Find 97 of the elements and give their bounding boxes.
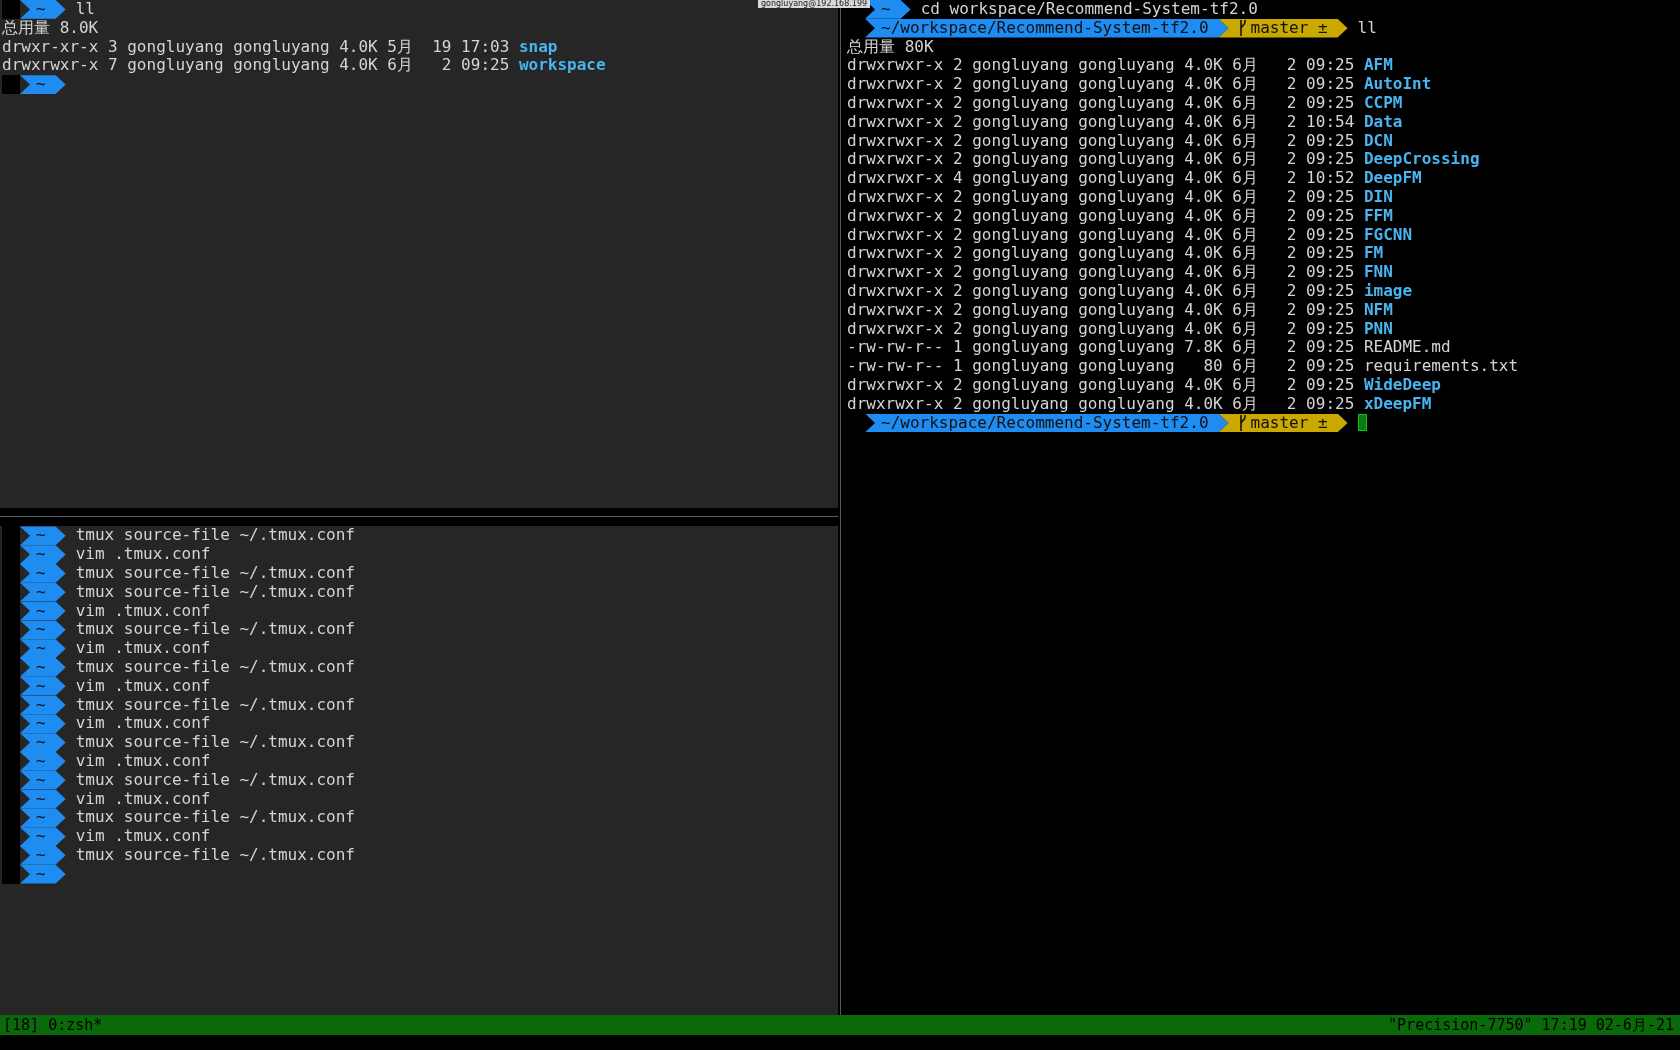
prompt-path: ~ bbox=[20, 620, 66, 640]
file-info: -rw-rw-r-- 1 gongluyang gongluyang 80 6月 2 09:25 bbox=[847, 357, 1355, 376]
directory-name: DeepCrossing bbox=[1363, 150, 1480, 170]
file-info: -rw-rw-r-- 1 gongluyang gongluyang 7.8K 6月 2 09:25 bbox=[847, 338, 1355, 358]
directory-name: Data bbox=[1363, 112, 1403, 132]
directory-name: FM bbox=[1363, 244, 1384, 264]
command-text: tmux source-file ~/.tmux.conf bbox=[75, 733, 355, 752]
host-label: gongluyang@192.168.199 bbox=[758, 0, 871, 8]
command-text: vim .tmux.conf bbox=[75, 639, 211, 658]
command-text: vim .tmux.conf bbox=[75, 676, 211, 696]
directory-name: FGCNN bbox=[1363, 225, 1413, 245]
command-text: cd workspace/Recommend-System-tf2.0 bbox=[920, 0, 1258, 19]
file-name: README.md bbox=[1363, 338, 1451, 358]
prompt-path: ~ bbox=[20, 639, 66, 658]
prompt-path: ~ bbox=[20, 770, 66, 790]
command-text: tmux source-file ~/.tmux.conf bbox=[75, 770, 355, 790]
prompt-path: ~ bbox=[20, 657, 66, 677]
file-name: requirements.txt bbox=[1363, 357, 1519, 376]
file-info: drwxrwxr-x 2 gongluyang gongluyang 4.0K 6月 2 09:25 bbox=[847, 225, 1355, 245]
file-info: drwxrwxr-x 2 gongluyang gongluyang 4.0K 6月 2 10:54 bbox=[847, 112, 1355, 132]
directory-name: AFM bbox=[1363, 56, 1393, 76]
command-text: tmux source-file ~/.tmux.conf bbox=[75, 657, 355, 677]
branch-icon bbox=[1238, 20, 1247, 37]
file-info: drwxrwxr-x 2 gongluyang gongluyang 4.0K 6月 2 09:25 bbox=[847, 94, 1355, 113]
directory-name: WideDeep bbox=[1363, 375, 1441, 395]
host-time-label: "Precision-7750" 17:19 02-6月-21 bbox=[1388, 1015, 1674, 1035]
command-text: tmux source-file ~/.tmux.conf bbox=[75, 564, 355, 583]
file-info: drwxrwxr-x 2 gongluyang gongluyang 4.0K 6月 2 09:25 bbox=[847, 300, 1355, 320]
directory-name: DeepFM bbox=[1363, 169, 1422, 188]
directory-name: DCN bbox=[1363, 131, 1393, 151]
prompt-path: ~ bbox=[20, 676, 66, 696]
directory-name: FNN bbox=[1363, 263, 1393, 282]
directory-name: CCPM bbox=[1363, 94, 1403, 113]
directory-name: FFM bbox=[1363, 206, 1393, 226]
prompt-path: ~/workspace/Recommend-System-tf2.0 bbox=[865, 18, 1229, 38]
command-text: tmux source-file ~/.tmux.conf bbox=[75, 526, 355, 546]
directory-name: xDeepFM bbox=[1363, 394, 1432, 414]
git-branch: master ± bbox=[1218, 413, 1348, 433]
file-info: drwxrwxr-x 4 gongluyang gongluyang 4.0K 6月 2 10:52 bbox=[847, 169, 1355, 188]
command-text: vim .tmux.conf bbox=[75, 789, 211, 809]
output-text: 总用量 8.0K bbox=[2, 18, 99, 38]
file-info: drwxrwxr-x 2 gongluyang gongluyang 4.0K 6月 2 09:25 bbox=[847, 375, 1355, 395]
directory-name: snap bbox=[518, 37, 558, 57]
file-info: drwxrwxr-x 2 gongluyang gongluyang 4.0K 6月 2 09:25 bbox=[847, 187, 1355, 207]
command-text: ll bbox=[1357, 18, 1377, 38]
prompt-path: ~ bbox=[20, 75, 66, 94]
prompt-path: ~ bbox=[20, 695, 66, 715]
file-info: drwxrwxr-x 2 gongluyang gongluyang 4.0K 6月 2 09:25 bbox=[847, 150, 1355, 170]
file-info: drwxr-xr-x 3 gongluyang gongluyang 4.0K 5月 19 17:03 bbox=[2, 37, 510, 57]
prompt-path: ~ bbox=[20, 845, 66, 865]
prompt-path: ~ bbox=[20, 564, 66, 583]
directory-name: workspace bbox=[518, 56, 606, 76]
prompt-path: ~ bbox=[20, 714, 66, 734]
command-text: tmux source-file ~/.tmux.conf bbox=[75, 808, 355, 828]
file-info: drwxrwxr-x 7 gongluyang gongluyang 4.0K 6月 2 09:25 bbox=[2, 56, 510, 76]
command-text: vim .tmux.conf bbox=[75, 827, 211, 846]
command-text: vim .tmux.conf bbox=[75, 545, 211, 564]
prompt-gutter bbox=[2, 75, 20, 94]
file-info: drwxrwxr-x 2 gongluyang gongluyang 4.0K 6月 2 09:25 bbox=[847, 394, 1355, 414]
command-text: tmux source-file ~/.tmux.conf bbox=[75, 695, 355, 715]
command-text: tmux source-file ~/.tmux.conf bbox=[75, 582, 355, 602]
command-text: vim .tmux.conf bbox=[75, 601, 211, 621]
prompt-path: ~ bbox=[20, 827, 66, 846]
session-label: [18] 0:zsh* bbox=[3, 1016, 103, 1035]
prompt-path: ~ bbox=[20, 582, 66, 602]
prompt-path: ~ bbox=[20, 789, 66, 809]
command-text: vim .tmux.conf bbox=[75, 751, 211, 771]
prompt-path: ~ bbox=[20, 733, 66, 752]
file-info: drwxrwxr-x 2 gongluyang gongluyang 4.0K 6月 2 09:25 bbox=[847, 206, 1355, 226]
directory-name: NFM bbox=[1363, 300, 1393, 320]
prompt-path: ~ bbox=[20, 0, 66, 19]
prompt-path: ~ bbox=[20, 526, 66, 546]
file-info: drwxrwxr-x 2 gongluyang gongluyang 4.0K 6月 2 09:25 bbox=[847, 75, 1355, 94]
prompt-path: ~ bbox=[20, 808, 66, 828]
prompt-gutter bbox=[2, 0, 20, 19]
output-text: 总用量 80K bbox=[847, 37, 934, 57]
branch-icon bbox=[1238, 414, 1247, 431]
file-info: drwxrwxr-x 2 gongluyang gongluyang 4.0K 6月 2 09:25 bbox=[847, 319, 1355, 339]
git-branch: master ± bbox=[1218, 18, 1348, 38]
directory-name: DIN bbox=[1363, 187, 1393, 207]
command-text: ll bbox=[75, 0, 95, 19]
directory-name: AutoInt bbox=[1363, 75, 1432, 94]
file-info: drwxrwxr-x 2 gongluyang gongluyang 4.0K 6月 2 09:25 bbox=[847, 56, 1355, 76]
file-info: drwxrwxr-x 2 gongluyang gongluyang 4.0K 6月 2 09:25 bbox=[847, 244, 1355, 264]
prompt-path: ~ bbox=[20, 601, 66, 621]
command-text: tmux source-file ~/.tmux.conf bbox=[75, 620, 355, 640]
file-info: drwxrwxr-x 2 gongluyang gongluyang 4.0K 6月 2 09:25 bbox=[847, 281, 1355, 301]
command-text: vim .tmux.conf bbox=[75, 714, 211, 734]
prompt-path: ~ bbox=[20, 545, 66, 564]
command-text: tmux source-file ~/.tmux.conf bbox=[75, 845, 355, 865]
file-info: drwxrwxr-x 2 gongluyang gongluyang 4.0K 6月 2 09:25 bbox=[847, 131, 1355, 151]
prompt-path: ~ bbox=[20, 864, 66, 884]
file-info: drwxrwxr-x 2 gongluyang gongluyang 4.0K 6月 2 09:25 bbox=[847, 263, 1355, 282]
prompt-path: ~ bbox=[20, 751, 66, 771]
directory-name: PNN bbox=[1363, 319, 1393, 339]
prompt-path: ~/workspace/Recommend-System-tf2.0 bbox=[865, 413, 1229, 433]
directory-name: image bbox=[1363, 281, 1413, 301]
